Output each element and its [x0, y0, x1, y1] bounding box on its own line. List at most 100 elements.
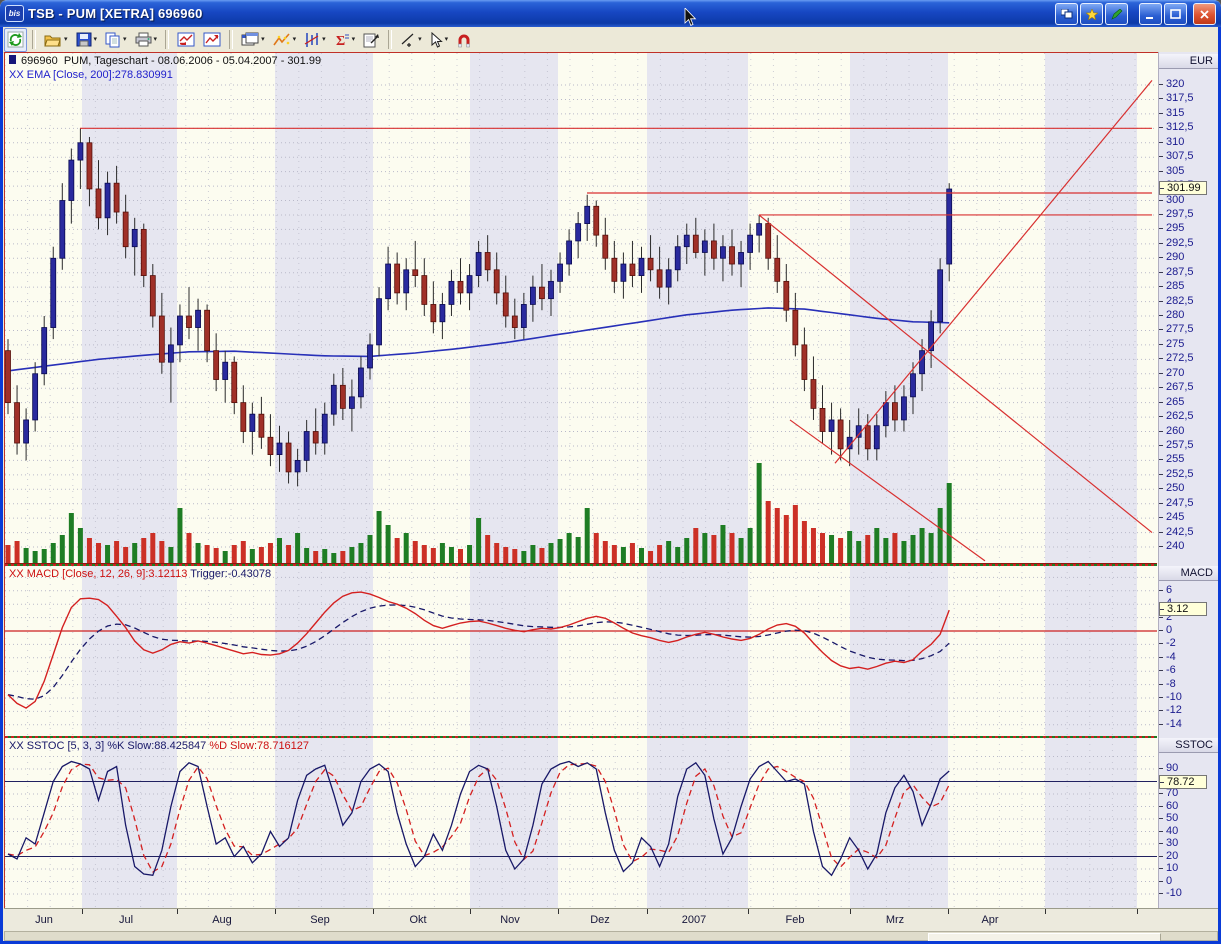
chart-title: 696960 PUM, Tageschart - 08.06.2006 - 05…: [9, 55, 321, 67]
sum-indicator-button[interactable]: Σ ▾: [331, 28, 359, 52]
price-tick-label: 320: [1166, 78, 1184, 90]
save-floppy-icon: [76, 32, 92, 47]
titlebar[interactable]: bis TSB - PUM [XETRA] 696960: [0, 0, 1221, 27]
month-label: Mrz: [886, 914, 904, 926]
sstoc-tick-label: 40: [1166, 825, 1178, 837]
axis-tick: [1159, 893, 1163, 894]
study-draw-button[interactable]: ▾: [301, 28, 329, 52]
chevron-down-icon[interactable]: ▾: [352, 36, 356, 43]
tile-windows-button[interactable]: [1055, 3, 1078, 25]
price-tick-label: 310: [1166, 136, 1184, 148]
maximize-button[interactable]: [1164, 3, 1187, 25]
sstoc-panel[interactable]: XX SSTOC [5, 3, 3] %K Slow:88.425847 %D …: [5, 738, 1157, 908]
axis-tick: [1159, 214, 1163, 215]
macd-tick-label: 0: [1166, 624, 1172, 636]
axis-tick: [1159, 459, 1163, 460]
chevron-down-icon[interactable]: ▾: [154, 36, 158, 43]
sstoc-tick-label: 90: [1166, 762, 1178, 774]
open-button[interactable]: ▾: [41, 28, 71, 52]
month-tick: [373, 909, 374, 914]
axis-tick: [1159, 617, 1163, 618]
axis-tick: [1159, 228, 1163, 229]
price-tick-label: 250: [1166, 482, 1184, 494]
price-tick-label: 252,5: [1166, 468, 1194, 480]
toolbar: ▾ ▾ ▾ ▾: [3, 27, 1218, 53]
sstoc-tick-label: 0: [1166, 875, 1172, 887]
edit-button[interactable]: [1105, 3, 1128, 25]
axis-tick: [1159, 171, 1163, 172]
price-tick-label: 305: [1166, 165, 1184, 177]
refresh-button[interactable]: [4, 28, 27, 52]
price-tick-label: 255: [1166, 453, 1184, 465]
axis-tick: [1159, 881, 1163, 882]
sstoc-tick-label: 30: [1166, 837, 1178, 849]
price-tick-label: 265: [1166, 396, 1184, 408]
sigma-icon: Σ: [334, 32, 350, 48]
macd-panel[interactable]: XX MACD [Close, 12, 26, 9]:3.12113 Trigg…: [5, 566, 1157, 736]
line-tool-button[interactable]: ▾: [397, 28, 425, 52]
price-tick-label: 292,5: [1166, 237, 1194, 249]
chevron-down-icon[interactable]: ▾: [322, 36, 326, 43]
magnet-button[interactable]: [453, 28, 475, 52]
chart-forward-icon: [203, 32, 221, 47]
chart-back-button[interactable]: [174, 28, 198, 52]
indicator-spark-icon: [273, 32, 291, 48]
axis-tick: [1159, 806, 1163, 807]
time-axis: JunJulAugSepOktNovDez2007FebMrzApr: [4, 908, 1218, 932]
app-icon: bis: [5, 5, 24, 22]
axis-tick: [1159, 243, 1163, 244]
axis-gutter[interactable]: EUR320317,5315312,5310307,5305302,530029…: [1158, 52, 1219, 908]
study-draw-icon: [304, 32, 320, 48]
price-tick-label: 275: [1166, 338, 1184, 350]
axis-tick: [1159, 768, 1163, 769]
horizontal-scrollbar[interactable]: [4, 931, 1218, 941]
axis-tick: [1159, 710, 1163, 711]
chart-plot-area[interactable]: 696960 PUM, Tageschart - 08.06.2006 - 05…: [4, 52, 1160, 910]
copy-button[interactable]: ▾: [102, 28, 130, 52]
chevron-down-icon[interactable]: ▾: [261, 36, 265, 43]
price-chart-canvas: [5, 53, 1157, 564]
price-tick-label: 300: [1166, 194, 1184, 206]
indicator-spark-button[interactable]: ▾: [270, 28, 300, 52]
macd-tick-label: -6: [1166, 664, 1176, 676]
axis-tick: [1159, 474, 1163, 475]
month-label: Jun: [35, 914, 53, 926]
minimize-button[interactable]: [1139, 3, 1162, 25]
template-button[interactable]: [360, 28, 383, 52]
application-window: bis TSB - PUM [XETRA] 696960: [0, 0, 1221, 944]
price-tick-label: 297,5: [1166, 208, 1194, 220]
sstoc-label: XX SSTOC [5, 3, 3] %K Slow:88.425847 %D …: [9, 740, 309, 752]
macd-axis-title: MACD: [1159, 566, 1218, 581]
axis-tick: [1159, 643, 1163, 644]
axis-tick: [1159, 697, 1163, 698]
chevron-down-icon[interactable]: ▾: [445, 36, 449, 43]
axis-tick: [1159, 868, 1163, 869]
save-button[interactable]: ▾: [73, 28, 101, 52]
axis-tick: [1159, 301, 1163, 302]
month-tick: [850, 909, 851, 914]
chevron-down-icon[interactable]: ▾: [123, 36, 127, 43]
refresh-icon: [7, 31, 24, 48]
chevron-down-icon[interactable]: ▾: [293, 36, 297, 43]
pointer-tool-button[interactable]: ▾: [427, 28, 452, 52]
tile-windows-icon: [1061, 9, 1073, 19]
chart-windows-button[interactable]: ▾: [238, 28, 268, 52]
month-tick: [748, 909, 749, 914]
close-button[interactable]: [1193, 3, 1216, 25]
print-button[interactable]: ▾: [132, 28, 161, 52]
price-tick-label: 285: [1166, 280, 1184, 292]
chevron-down-icon[interactable]: ▾: [94, 36, 98, 43]
favorites-button[interactable]: [1080, 3, 1103, 25]
price-axis-title: EUR: [1159, 54, 1218, 69]
month-label: Okt: [409, 914, 426, 926]
candle-glyph-icon: [9, 55, 16, 64]
chevron-down-icon[interactable]: ▾: [64, 36, 68, 43]
chart-forward-button[interactable]: [200, 28, 224, 52]
toolbar-separator: [32, 30, 36, 49]
minimize-icon: [1145, 9, 1157, 20]
price-panel[interactable]: 696960 PUM, Tageschart - 08.06.2006 - 05…: [5, 53, 1157, 564]
chevron-down-icon[interactable]: ▾: [418, 36, 422, 43]
axis-tick: [1159, 402, 1163, 403]
month-label: Sep: [310, 914, 330, 926]
axis-tick: [1159, 416, 1163, 417]
